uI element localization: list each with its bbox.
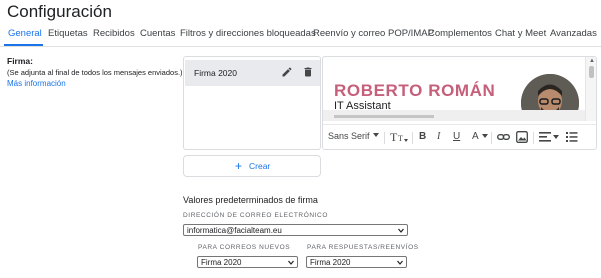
- signature-item-name: Firma 2020: [194, 68, 237, 78]
- align-icon[interactable]: [539, 132, 551, 142]
- reply-signature-value: Firma 2020: [310, 258, 351, 267]
- tab-complementos[interactable]: Complementos: [428, 28, 492, 39]
- reply-forward-label: PARA RESPUESTAS/REENVÍOS: [307, 244, 419, 251]
- align-dropdown-icon[interactable]: [553, 135, 559, 139]
- create-label: Crear: [249, 161, 271, 171]
- toolbar-separator: [533, 132, 534, 144]
- plus-icon: +: [235, 159, 243, 173]
- svg-text:T: T: [398, 134, 403, 143]
- tab-chat-meet[interactable]: Chat y Meet: [495, 28, 546, 39]
- scroll-up-arrow-icon[interactable]: ▲: [589, 58, 595, 64]
- new-mail-signature-value: Firma 2020: [201, 258, 242, 267]
- toolbar-separator: [384, 132, 385, 144]
- signature-list: Firma 2020: [183, 56, 321, 150]
- email-address-value: informatica@facialteam.eu: [187, 226, 282, 235]
- chevron-down-icon: [288, 260, 294, 265]
- toolbar-separator: [491, 132, 492, 144]
- italic-icon[interactable]: I: [437, 131, 440, 142]
- formatting-toolbar: Sans Serif TT B I U A: [323, 124, 596, 149]
- delete-trash-icon[interactable]: [302, 66, 314, 78]
- tab-etiquetas[interactable]: Etiquetas: [48, 28, 88, 39]
- more-info-link[interactable]: Más información: [7, 79, 66, 88]
- font-family-select[interactable]: Sans Serif: [328, 131, 370, 141]
- signature-name: ROBERTO ROMÁN: [334, 81, 496, 100]
- signature-list-item[interactable]: Firma 2020: [185, 60, 320, 86]
- chevron-down-icon: [397, 260, 403, 265]
- image-icon[interactable]: [516, 131, 528, 143]
- edit-pencil-icon[interactable]: [281, 66, 293, 78]
- new-mail-signature-select[interactable]: Firma 2020: [197, 256, 298, 268]
- font-dropdown-icon[interactable]: [373, 133, 379, 137]
- tab-recibidos[interactable]: Recibidos: [93, 28, 135, 39]
- signature-editor[interactable]: ROBERTO ROMÁN IT Assistant ▲ Sans Serif: [322, 56, 597, 150]
- active-tab-indicator: [4, 44, 43, 46]
- email-address-label: DIRECCIÓN DE CORREO ELECTRÓNICO: [183, 212, 329, 219]
- tab-avanzadas[interactable]: Avanzadas: [550, 28, 597, 39]
- list-icon[interactable]: [566, 131, 578, 143]
- text-size-icon[interactable]: TT: [390, 130, 408, 143]
- text-color-dropdown-icon[interactable]: [482, 134, 488, 138]
- tab-filtros[interactable]: Filtros y direcciones bloqueadas: [180, 28, 316, 39]
- scroll-thumb[interactable]: [589, 66, 594, 78]
- signature-description: (Se adjunta al final de todos los mensaj…: [7, 68, 183, 77]
- underline-icon[interactable]: U: [453, 131, 460, 142]
- bold-icon[interactable]: B: [419, 131, 426, 142]
- redacted-line: [334, 115, 434, 118]
- chevron-down-icon: [398, 228, 404, 233]
- tab-reenvio[interactable]: Reenvío y correo POP/IMAP: [313, 28, 434, 39]
- text-color-icon[interactable]: A: [472, 131, 479, 142]
- new-mail-label: PARA CORREOS NUEVOS: [198, 244, 291, 251]
- settings-tabs: General Etiquetas Recibidos Cuentas Filt…: [0, 25, 601, 47]
- editor-scrollbar[interactable]: ▲: [585, 57, 596, 121]
- signature-label: Firma:: [7, 56, 33, 66]
- link-icon[interactable]: [497, 132, 510, 142]
- svg-text:T: T: [390, 130, 398, 143]
- email-address-select[interactable]: informatica@facialteam.eu: [183, 224, 408, 236]
- tab-general[interactable]: General: [8, 28, 42, 39]
- create-signature-button[interactable]: + Crear: [183, 155, 321, 177]
- page-title: Configuración: [7, 2, 112, 21]
- signature-editor-content[interactable]: ROBERTO ROMÁN IT Assistant: [323, 57, 585, 121]
- reply-signature-select[interactable]: Firma 2020: [306, 256, 407, 268]
- tab-cuentas[interactable]: Cuentas: [140, 28, 175, 39]
- toolbar-separator: [412, 132, 413, 144]
- signature-defaults-title: Valores predeterminados de firma: [183, 195, 318, 205]
